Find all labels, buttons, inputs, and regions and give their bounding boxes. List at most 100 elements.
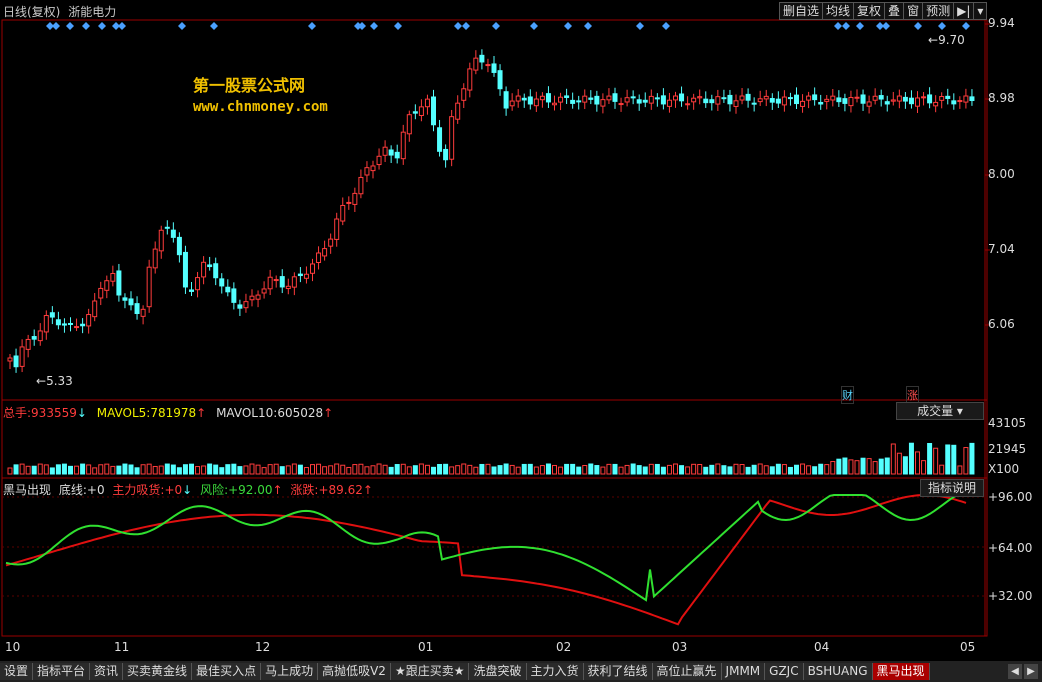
tab-profit-line[interactable]: 获利了结线 [583,663,653,680]
signal-diamond [530,22,538,30]
volume-bar [388,466,394,475]
volume-bar [443,463,449,475]
candle-body [467,68,473,91]
signal-diamond [462,22,470,30]
volume-bar [733,463,739,475]
tab-washout-breakout[interactable]: 洗盘突破 [469,663,527,680]
candle-body [68,322,73,325]
volume-bar [207,463,213,475]
candle-body [824,98,830,102]
volume-bar [485,463,491,475]
tab-gold-line[interactable]: 买卖黄金线 [123,663,193,680]
candle-body [449,116,455,160]
candle-body [152,248,158,269]
tab-high-stop[interactable]: 高位止赢先 [652,663,722,680]
price-tick: 8.00 [988,167,1015,181]
candle-body [328,238,334,247]
candle-body [485,64,491,67]
volume-bar [382,464,388,475]
tab-dark-horse[interactable]: 黑马出现 [872,663,930,680]
candle-body [576,100,582,103]
forecast-button[interactable]: 预测 [922,2,955,20]
candle-body [787,97,793,100]
candle-body [13,355,19,368]
signal-diamond [52,22,60,30]
tab-follow-dealer[interactable]: ★跟庄买卖★ [390,663,470,680]
signal-diamond [636,22,644,30]
candle-body [116,270,122,296]
volume-bar [654,463,660,475]
tab-main-buy[interactable]: 主力入货 [526,663,584,680]
candle-body [957,100,963,103]
tab-settings[interactable]: 设置 [0,663,34,680]
finance-event-icon[interactable]: 财 [841,386,854,404]
scroll-left-icon[interactable]: ◀ [1008,664,1022,679]
candle-body [800,100,806,107]
volume-bar [872,461,878,475]
candle-body [564,95,570,98]
volume-bar [878,458,884,475]
candle-body [431,96,436,126]
volume-tick: 43105 [988,416,1027,430]
panel-border [1,477,988,637]
candle-body [733,100,739,107]
volume-bar [249,463,255,475]
tab-gzjc[interactable]: GZJC [765,663,804,680]
candle-body [424,98,430,108]
volume-bar [606,463,612,475]
date-tick: 03 [672,640,688,654]
tab-bshuang[interactable]: BSHUANG [803,663,873,680]
scroll-right-icon[interactable]: ▶ [1024,664,1038,679]
volume-bar [600,466,606,475]
volume-bar [261,467,267,475]
period-label: 日线(复权) [3,5,61,19]
volume-bar [794,464,799,475]
candle-body [370,165,376,172]
collapse-icon[interactable]: ▶| [953,2,975,20]
tab-news[interactable]: 资讯 [90,663,124,680]
mavol5-value: 781978 [150,406,197,420]
volume-bar [636,465,642,475]
tab-indicator-platform[interactable]: 指标平台 [33,663,91,680]
volume-bar [267,464,273,475]
indicator-name: 黑马出现 [3,483,52,497]
candle-body [92,300,98,318]
volume-bar [842,457,848,475]
candle-body [963,95,969,103]
indicator-line [5,494,966,602]
tab-best-buy[interactable]: 最佳买入点 [192,663,262,680]
panel-border [1,19,988,401]
candle-body [491,63,497,73]
candle-body [945,95,951,99]
volume-bar [539,465,545,475]
candle-body [461,88,467,101]
delete-watchlist-button[interactable]: 删自选 [779,2,824,20]
window-button[interactable]: 窗 [903,2,924,20]
candle-body [382,146,388,156]
candle-body [890,99,896,102]
volume-bar [685,466,691,475]
volume-bar [431,466,436,475]
dropdown-icon[interactable]: ▾ [973,2,988,20]
volume-bar [176,467,182,475]
chart-canvas[interactable] [0,0,1042,682]
adjust-button[interactable]: 复权 [853,2,886,20]
indicator-help-button[interactable]: 指标说明 [920,479,984,497]
overlay-button[interactable]: 叠 [884,2,905,20]
ma-button[interactable]: 均线 [822,2,855,20]
candle-body [346,201,352,204]
tab-jmmm[interactable]: JMMM [721,663,766,680]
candle-body [255,294,261,300]
volume-bar [219,467,225,475]
volume-bar [182,464,188,475]
volume-bar [352,464,358,475]
volume-selector[interactable]: 成交量 ▾ [896,402,984,420]
candle-body [624,97,630,103]
tab-high-low-v2[interactable]: 高抛低吸V2 [318,663,391,680]
tab-instant-success[interactable]: 马上成功 [261,663,319,680]
candle-body [769,98,775,103]
volume-bar [237,466,243,475]
candle-body [721,97,727,100]
volume-bar [848,459,854,475]
signal-diamond [842,22,850,30]
